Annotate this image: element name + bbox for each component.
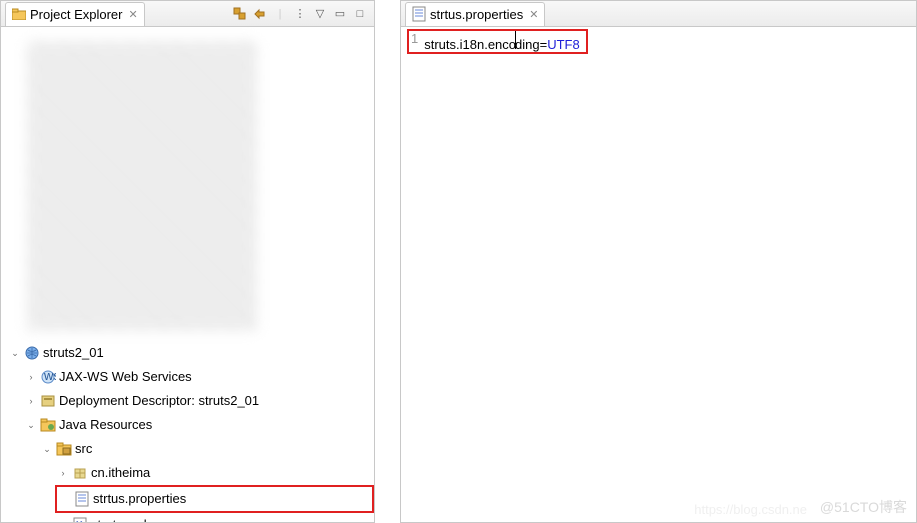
blurred-content	[27, 41, 257, 331]
left-toolbar: | ⋮ ▽ ▭ □	[232, 7, 368, 21]
xml-file-node[interactable]: · x struts.xml	[55, 513, 374, 522]
line-number: 1	[409, 31, 424, 52]
deployment-icon	[40, 393, 56, 409]
view-menu-icon[interactable]: ▽	[312, 7, 328, 21]
separator: |	[272, 7, 288, 21]
dynamic-web-project-icon	[24, 345, 40, 361]
left-tab-bar: Project Explorer ✕ | ⋮ ▽ ▭ □	[1, 1, 374, 27]
link-editor-icon[interactable]	[252, 7, 268, 21]
webservices-icon: ws	[40, 369, 56, 385]
expander-open-icon[interactable]: ⌄	[25, 419, 37, 431]
expander-closed-icon[interactable]: ›	[25, 395, 37, 407]
close-icon[interactable]: ✕	[529, 8, 538, 21]
package-node[interactable]: › cn.itheima	[55, 461, 374, 485]
src-folder-node[interactable]: ⌄ src	[39, 437, 374, 461]
code-editor[interactable]: 1 struts.i18n.encoding=UTF8	[401, 27, 916, 522]
editor-tab-bar: strtus.properties ✕	[401, 1, 916, 27]
java-resources-label: Java Resources	[59, 414, 152, 436]
editor-tab[interactable]: strtus.properties ✕	[405, 2, 545, 26]
project-label: struts2_01	[43, 342, 104, 364]
minimize-icon[interactable]: ▭	[332, 7, 348, 21]
maximize-icon[interactable]: □	[352, 7, 368, 21]
folder-icon	[12, 7, 26, 21]
deployment-descriptor-node[interactable]: › Deployment Descriptor: struts2_01	[23, 389, 374, 413]
code-value: UTF8	[547, 37, 580, 52]
project-tree[interactable]: ⌄ struts2_01 › ws JAX-WS Web Services › …	[1, 27, 374, 522]
java-resources-icon	[40, 417, 56, 433]
package-icon	[72, 465, 88, 481]
svg-text:x: x	[76, 517, 83, 522]
watermark-text: @51CTO博客	[820, 497, 907, 517]
editor-tab-label: strtus.properties	[430, 7, 523, 22]
code-key-part2: ding=	[515, 37, 547, 52]
properties-file-node[interactable]: · strtus.properties	[55, 485, 374, 513]
java-resources-node[interactable]: ⌄ Java Resources	[23, 413, 374, 437]
expander-closed-icon[interactable]: ›	[25, 371, 37, 383]
project-explorer-tab[interactable]: Project Explorer ✕	[5, 2, 145, 26]
src-folder-label: src	[75, 438, 92, 460]
expander-open-icon[interactable]: ⌄	[41, 443, 53, 455]
project-node[interactable]: ⌄ struts2_01	[7, 341, 374, 365]
close-icon[interactable]: ✕	[128, 8, 137, 21]
deployment-descriptor-label: Deployment Descriptor: struts2_01	[59, 390, 259, 412]
expander-closed-icon[interactable]: ›	[57, 467, 69, 479]
project-explorer-panel: Project Explorer ✕ | ⋮ ▽ ▭ □ ⌄ struts2_0…	[0, 0, 375, 523]
collapse-all-icon[interactable]	[232, 7, 248, 21]
properties-file-icon	[412, 7, 426, 21]
xml-file-icon: x	[72, 517, 88, 522]
project-explorer-tab-label: Project Explorer	[30, 7, 122, 22]
jaxws-label: JAX-WS Web Services	[59, 366, 192, 388]
watermark-url: https://blog.csdn.ne	[694, 502, 807, 517]
editor-line-1[interactable]: 1 struts.i18n.encoding=UTF8	[407, 29, 588, 54]
properties-file-icon	[74, 491, 90, 507]
source-folder-icon	[56, 441, 72, 457]
expander-open-icon[interactable]: ⌄	[9, 347, 21, 359]
code-content[interactable]: struts.i18n.encoding=UTF8	[424, 31, 585, 52]
jaxws-node[interactable]: › ws JAX-WS Web Services	[23, 365, 374, 389]
svg-text:ws: ws	[43, 369, 56, 383]
editor-panel: strtus.properties ✕ 1 struts.i18n.encodi…	[400, 0, 917, 523]
xml-file-label: struts.xml	[91, 514, 147, 522]
code-key-part1: struts.i18n.enco	[424, 37, 516, 52]
package-label: cn.itheima	[91, 462, 150, 484]
focus-icon[interactable]: ⋮	[292, 7, 308, 21]
properties-file-label: strtus.properties	[93, 488, 186, 510]
